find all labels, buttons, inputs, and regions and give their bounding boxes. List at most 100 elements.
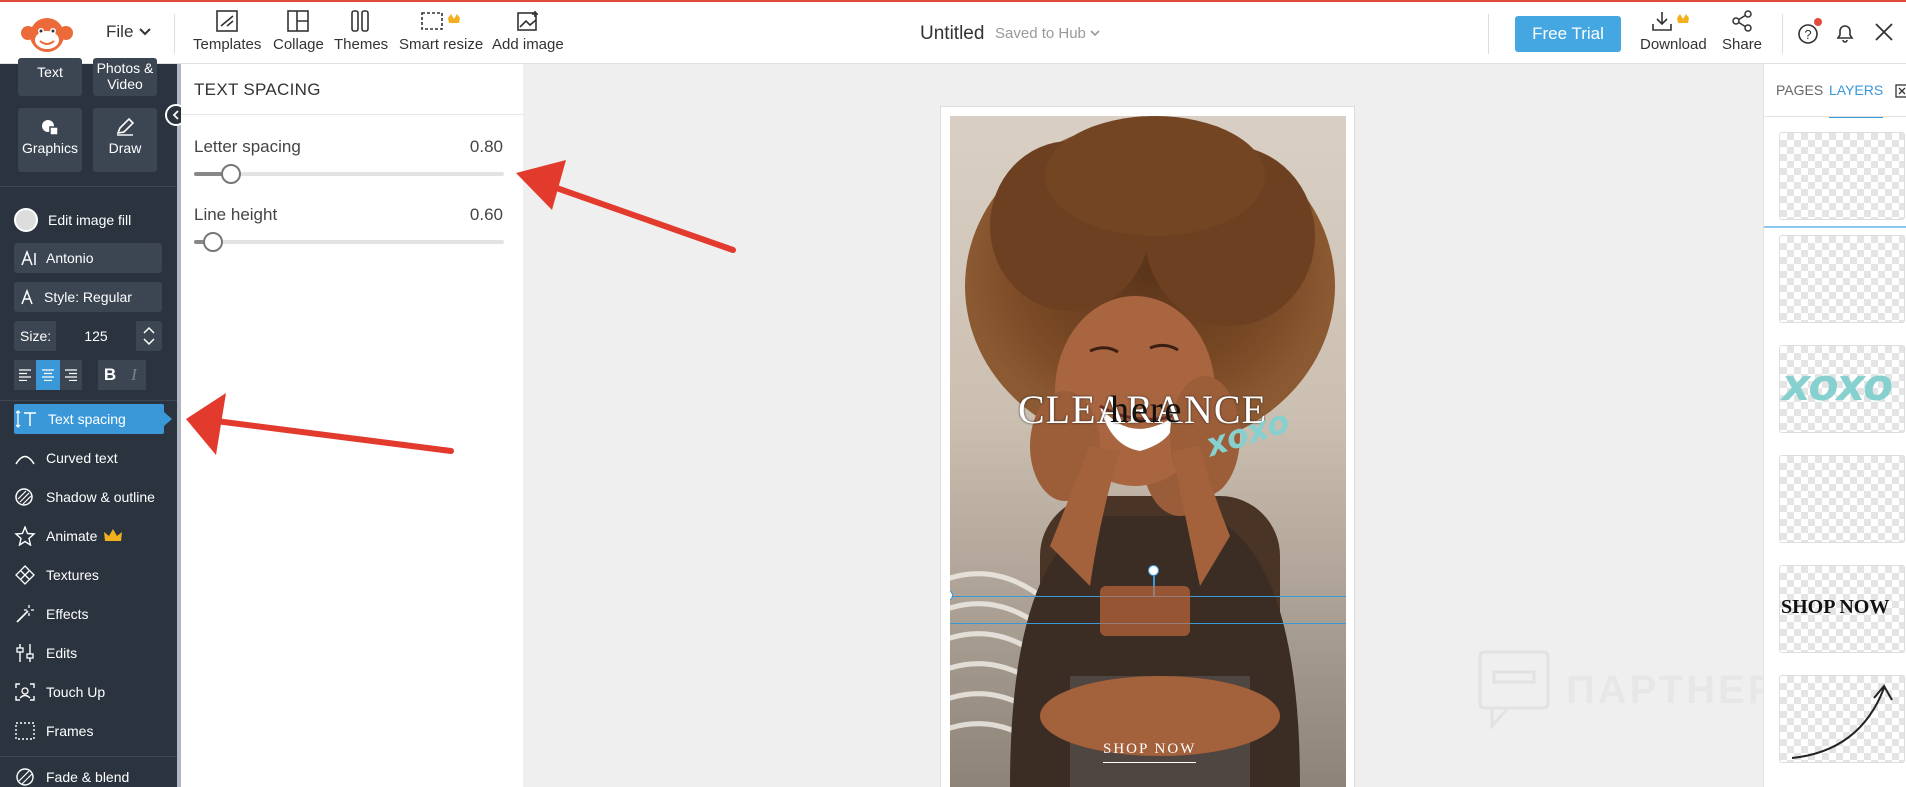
sidebar-item-fade-blend[interactable]: Fade & blend	[14, 762, 164, 787]
download-button[interactable]: Download	[1640, 10, 1707, 53]
selected-text-glyphs	[1100, 586, 1190, 636]
file-menu-label: File	[106, 22, 134, 41]
textures-icon	[15, 565, 35, 585]
font-size-label: Size:	[20, 328, 52, 344]
photos-tool-tile[interactable]: Photos & Video	[93, 58, 157, 96]
layer-row[interactable]	[1764, 118, 1906, 228]
align-right-button[interactable]	[60, 360, 82, 390]
notifications-button[interactable]	[1834, 22, 1856, 49]
premium-crown-icon	[104, 529, 123, 541]
sidebar-item-effects[interactable]: Effects	[14, 599, 164, 629]
layer-row[interactable]	[1764, 450, 1906, 560]
line-height-value: 0.60	[469, 205, 503, 224]
sidebar-item-animate[interactable]: Animate	[14, 521, 164, 551]
chevron-down-icon	[1090, 30, 1100, 37]
font-picker[interactable]: Antonio	[14, 243, 162, 273]
app-logo[interactable]	[16, 11, 78, 57]
add-image-button[interactable]: Add image	[492, 10, 564, 53]
document-title[interactable]: Untitled	[920, 23, 984, 45]
align-center-button[interactable]	[36, 360, 60, 390]
tab-layers[interactable]: LAYERS	[1829, 82, 1884, 118]
graphics-tool-tile[interactable]: Graphics	[18, 108, 82, 172]
layer-row[interactable]	[1764, 670, 1906, 780]
add-image-icon	[517, 11, 538, 31]
smart-resize-button[interactable]: Smart resize	[399, 10, 483, 53]
line-height-slider[interactable]	[194, 232, 504, 252]
divider	[1764, 116, 1906, 117]
sidebar-item-curved-text[interactable]: Curved text	[14, 443, 164, 473]
layer-thumbnail-arrow[interactable]	[1779, 675, 1905, 763]
letter-spacing-label: Letter spacing	[194, 137, 301, 156]
panel-title: TEXT SPACING	[194, 80, 321, 99]
curved-text-label: Curved text	[46, 450, 118, 466]
close-editor-button[interactable]	[1874, 22, 1894, 47]
annotation-arrow-left	[186, 393, 454, 455]
divider	[0, 756, 177, 757]
layer-row[interactable]: SHOP NOW	[1764, 560, 1906, 670]
templates-label: Templates	[193, 36, 262, 53]
graphics-tool-label: Graphics	[21, 140, 79, 156]
collage-icon	[287, 10, 310, 32]
sidebar-item-edits[interactable]: Edits	[14, 638, 164, 668]
fade-blend-label: Fade & blend	[46, 769, 130, 785]
divider	[181, 114, 523, 115]
bell-icon	[1836, 25, 1854, 43]
font-name: Antonio	[46, 250, 94, 266]
font-size-control: Size: 125	[14, 321, 162, 351]
chevron-left-icon	[172, 110, 179, 120]
design-canvas[interactable]: CLEARANCE here xoxo SHOP NOW	[950, 116, 1346, 787]
close-panel-icon[interactable]	[1895, 84, 1906, 98]
layer-row[interactable]: xoxo	[1764, 340, 1906, 450]
templates-button[interactable]: Templates	[193, 10, 261, 53]
shop-now-text-layer[interactable]: SHOP NOW	[1103, 741, 1197, 763]
free-trial-button[interactable]: Free Trial	[1515, 16, 1621, 52]
help-button[interactable]: ?	[1796, 16, 1826, 51]
line-height-label: Line height	[194, 205, 278, 224]
font-style-picker[interactable]: Style: Regular	[14, 282, 162, 312]
tab-pages[interactable]: PAGES	[1776, 82, 1823, 98]
layer-thumbnail[interactable]	[1779, 455, 1905, 543]
divider	[1488, 14, 1489, 54]
curved-text-icon	[15, 455, 35, 465]
text-tool-tile[interactable]: Text	[18, 58, 82, 96]
letter-spacing-handle[interactable]	[221, 164, 242, 184]
bold-button[interactable]: B	[98, 360, 122, 390]
sidebar-item-shadow-outline[interactable]: Shadow & outline	[14, 482, 164, 512]
collage-button[interactable]: Collage	[273, 10, 324, 53]
selection-rotate-handle[interactable]	[1148, 565, 1159, 576]
layer-thumbnail[interactable]	[1779, 235, 1905, 323]
watermark-logo	[1478, 650, 1550, 730]
saved-status-text: Saved to Hub	[995, 25, 1086, 42]
letter-spacing-slider[interactable]	[194, 164, 504, 184]
layer-thumbnail-xoxo[interactable]: xoxo	[1779, 345, 1905, 433]
letter-spacing-value: 0.80	[469, 137, 503, 156]
line-height-handle[interactable]	[202, 232, 223, 252]
close-icon	[1875, 23, 1893, 41]
saved-status-dropdown[interactable]: Saved to Hub	[995, 25, 1100, 42]
themes-button[interactable]: Themes	[334, 10, 388, 53]
share-label: Share	[1722, 36, 1763, 53]
edit-image-fill-button[interactable]: Edit image fill	[14, 205, 164, 235]
align-left-button[interactable]	[14, 360, 36, 390]
draw-tool-tile[interactable]: Draw	[93, 108, 157, 172]
share-button[interactable]: Share	[1722, 10, 1762, 53]
themes-label: Themes	[334, 36, 389, 53]
font-size-input[interactable]: 125	[56, 321, 136, 351]
italic-button[interactable]: I	[122, 360, 146, 390]
effects-label: Effects	[46, 606, 89, 622]
file-menu-button[interactable]: File	[106, 22, 152, 42]
layer-xoxo-text: xoxo	[1782, 360, 1893, 411]
sidebar-item-text-spacing[interactable]: Text spacing	[14, 404, 172, 434]
sidebar-item-touch-up[interactable]: Touch Up	[14, 677, 164, 707]
stepper-icon[interactable]	[136, 324, 162, 348]
sidebar-item-frames[interactable]: Frames	[14, 716, 164, 746]
themes-icon	[351, 10, 369, 32]
sidebar-item-textures[interactable]: Textures	[14, 560, 164, 590]
layer-thumbnail[interactable]	[1779, 132, 1905, 220]
layer-thumbnail-shop-now[interactable]: SHOP NOW	[1779, 565, 1905, 653]
touch-up-label: Touch Up	[46, 684, 106, 700]
layer-row[interactable]	[1764, 230, 1906, 340]
smart-resize-label: Smart resize	[399, 36, 484, 53]
overlay-text-layer[interactable]: here	[1110, 388, 1183, 432]
divider	[0, 400, 177, 401]
